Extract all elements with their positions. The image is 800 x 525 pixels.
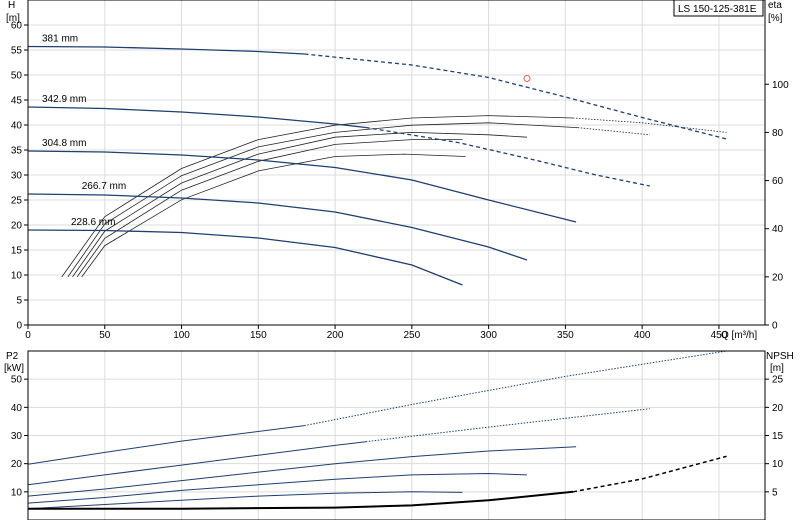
efficiency-curve xyxy=(76,139,463,278)
efficiency-curve-extension xyxy=(577,127,650,136)
head-curve xyxy=(27,106,366,129)
npsh-tick-label: 5 xyxy=(772,487,778,498)
chart-title: LS 150-125-381E xyxy=(678,4,757,15)
efficiency-curve xyxy=(81,153,466,278)
efficiency-curve xyxy=(72,131,528,278)
y-tick-label: 0 xyxy=(16,321,22,332)
x-tick-label: 50 xyxy=(99,330,111,341)
y-tick-label: 55 xyxy=(11,46,23,57)
y2-axis-title-eta: eta xyxy=(768,0,782,11)
head-curve-extension xyxy=(304,53,727,140)
top-axes: 0 50 100 150 200 250 300 350 400 4500510152025303… xyxy=(11,21,789,342)
y2-tick-label: 20 xyxy=(772,272,784,283)
impeller-diameter-label: 228.6 mm xyxy=(71,217,115,228)
top-plot-frame xyxy=(27,0,766,326)
npsh-tick-label: 10 xyxy=(772,459,784,470)
impeller-diameter-label: 342.9 mm xyxy=(42,94,86,105)
power-tick-label: 50 xyxy=(11,375,23,386)
bottom-axes: 10 20 30 40 50 5 10 15 20 25 xyxy=(11,375,784,499)
duty-point-marker xyxy=(523,75,531,82)
y-tick-label: 45 xyxy=(11,96,23,107)
impeller-diameter-label: 381 mm xyxy=(42,34,78,45)
y2-axis-title-npsh: NPSH xyxy=(766,351,794,362)
power-curve-extension xyxy=(365,408,650,443)
y-axis-unit-head: [m] xyxy=(6,13,20,24)
top-grid xyxy=(27,0,765,326)
power-curve xyxy=(27,425,305,465)
y-axis-unit-power: [kW] xyxy=(4,363,24,374)
bottom-curves xyxy=(27,350,727,510)
power-tick-label: 40 xyxy=(11,403,23,414)
chart-canvas: 381 mm 342.9 mm 304.8 mm 266.7 mm 228.6 mm 0… xyxy=(4,0,794,521)
y-tick-label: 50 xyxy=(11,71,23,82)
x-tick-label: 250 xyxy=(404,330,421,341)
power-tick-label: 10 xyxy=(11,487,23,498)
x-tick-label: 150 xyxy=(250,330,267,341)
x-axis-title: Q [m³/h] xyxy=(721,330,757,341)
npsh-tick-label: 15 xyxy=(772,431,784,442)
npsh-curve-extension xyxy=(572,455,727,493)
y-tick-label: 35 xyxy=(11,146,23,157)
x-tick-label: 350 xyxy=(557,330,574,341)
pump-curve-chart: 381 mm 342.9 mm 304.8 mm 266.7 mm 228.6 mm 0… xyxy=(0,0,800,521)
y-tick-label: 15 xyxy=(11,246,23,257)
x-tick-label: 400 xyxy=(634,330,651,341)
impeller-diameter-label: 266.7 mm xyxy=(82,181,126,192)
y-tick-label: 20 xyxy=(11,221,23,232)
y-tick-label: 10 xyxy=(11,271,23,282)
x-tick-label: 200 xyxy=(327,330,344,341)
y2-tick-label: 0 xyxy=(772,321,778,332)
power-tick-label: 20 xyxy=(11,459,23,470)
y2-tick-label: 100 xyxy=(772,80,789,91)
npsh-tick-label: 25 xyxy=(772,375,784,386)
y-tick-label: 5 xyxy=(16,296,22,307)
y2-axis-unit-eta: [%] xyxy=(768,13,783,24)
head-curve xyxy=(27,229,463,286)
y-tick-label: 30 xyxy=(11,171,23,182)
x-tick-label: 100 xyxy=(173,330,190,341)
power-curve xyxy=(27,472,528,504)
y-axis-title-power: P2 xyxy=(6,351,19,362)
power-curve-extension xyxy=(304,350,727,427)
power-curve xyxy=(27,446,577,497)
y2-axis-unit-npsh: [m] xyxy=(770,363,784,374)
y2-tick-label: 40 xyxy=(772,224,784,235)
y2-tick-label: 80 xyxy=(772,128,784,139)
npsh-tick-label: 20 xyxy=(772,403,784,414)
x-tick-label: 0 xyxy=(25,330,31,341)
top-curves: 381 mm 342.9 mm 304.8 mm 266.7 mm 228.6 mm xyxy=(27,34,727,286)
x-tick-label: 300 xyxy=(480,330,497,341)
power-tick-label: 30 xyxy=(11,431,23,442)
y-tick-label: 40 xyxy=(11,121,23,132)
y2-tick-label: 60 xyxy=(772,176,784,187)
y-tick-label: 25 xyxy=(11,196,23,207)
impeller-diameter-label: 304.8 mm xyxy=(42,138,86,149)
y-axis-title-head: H xyxy=(8,0,15,11)
